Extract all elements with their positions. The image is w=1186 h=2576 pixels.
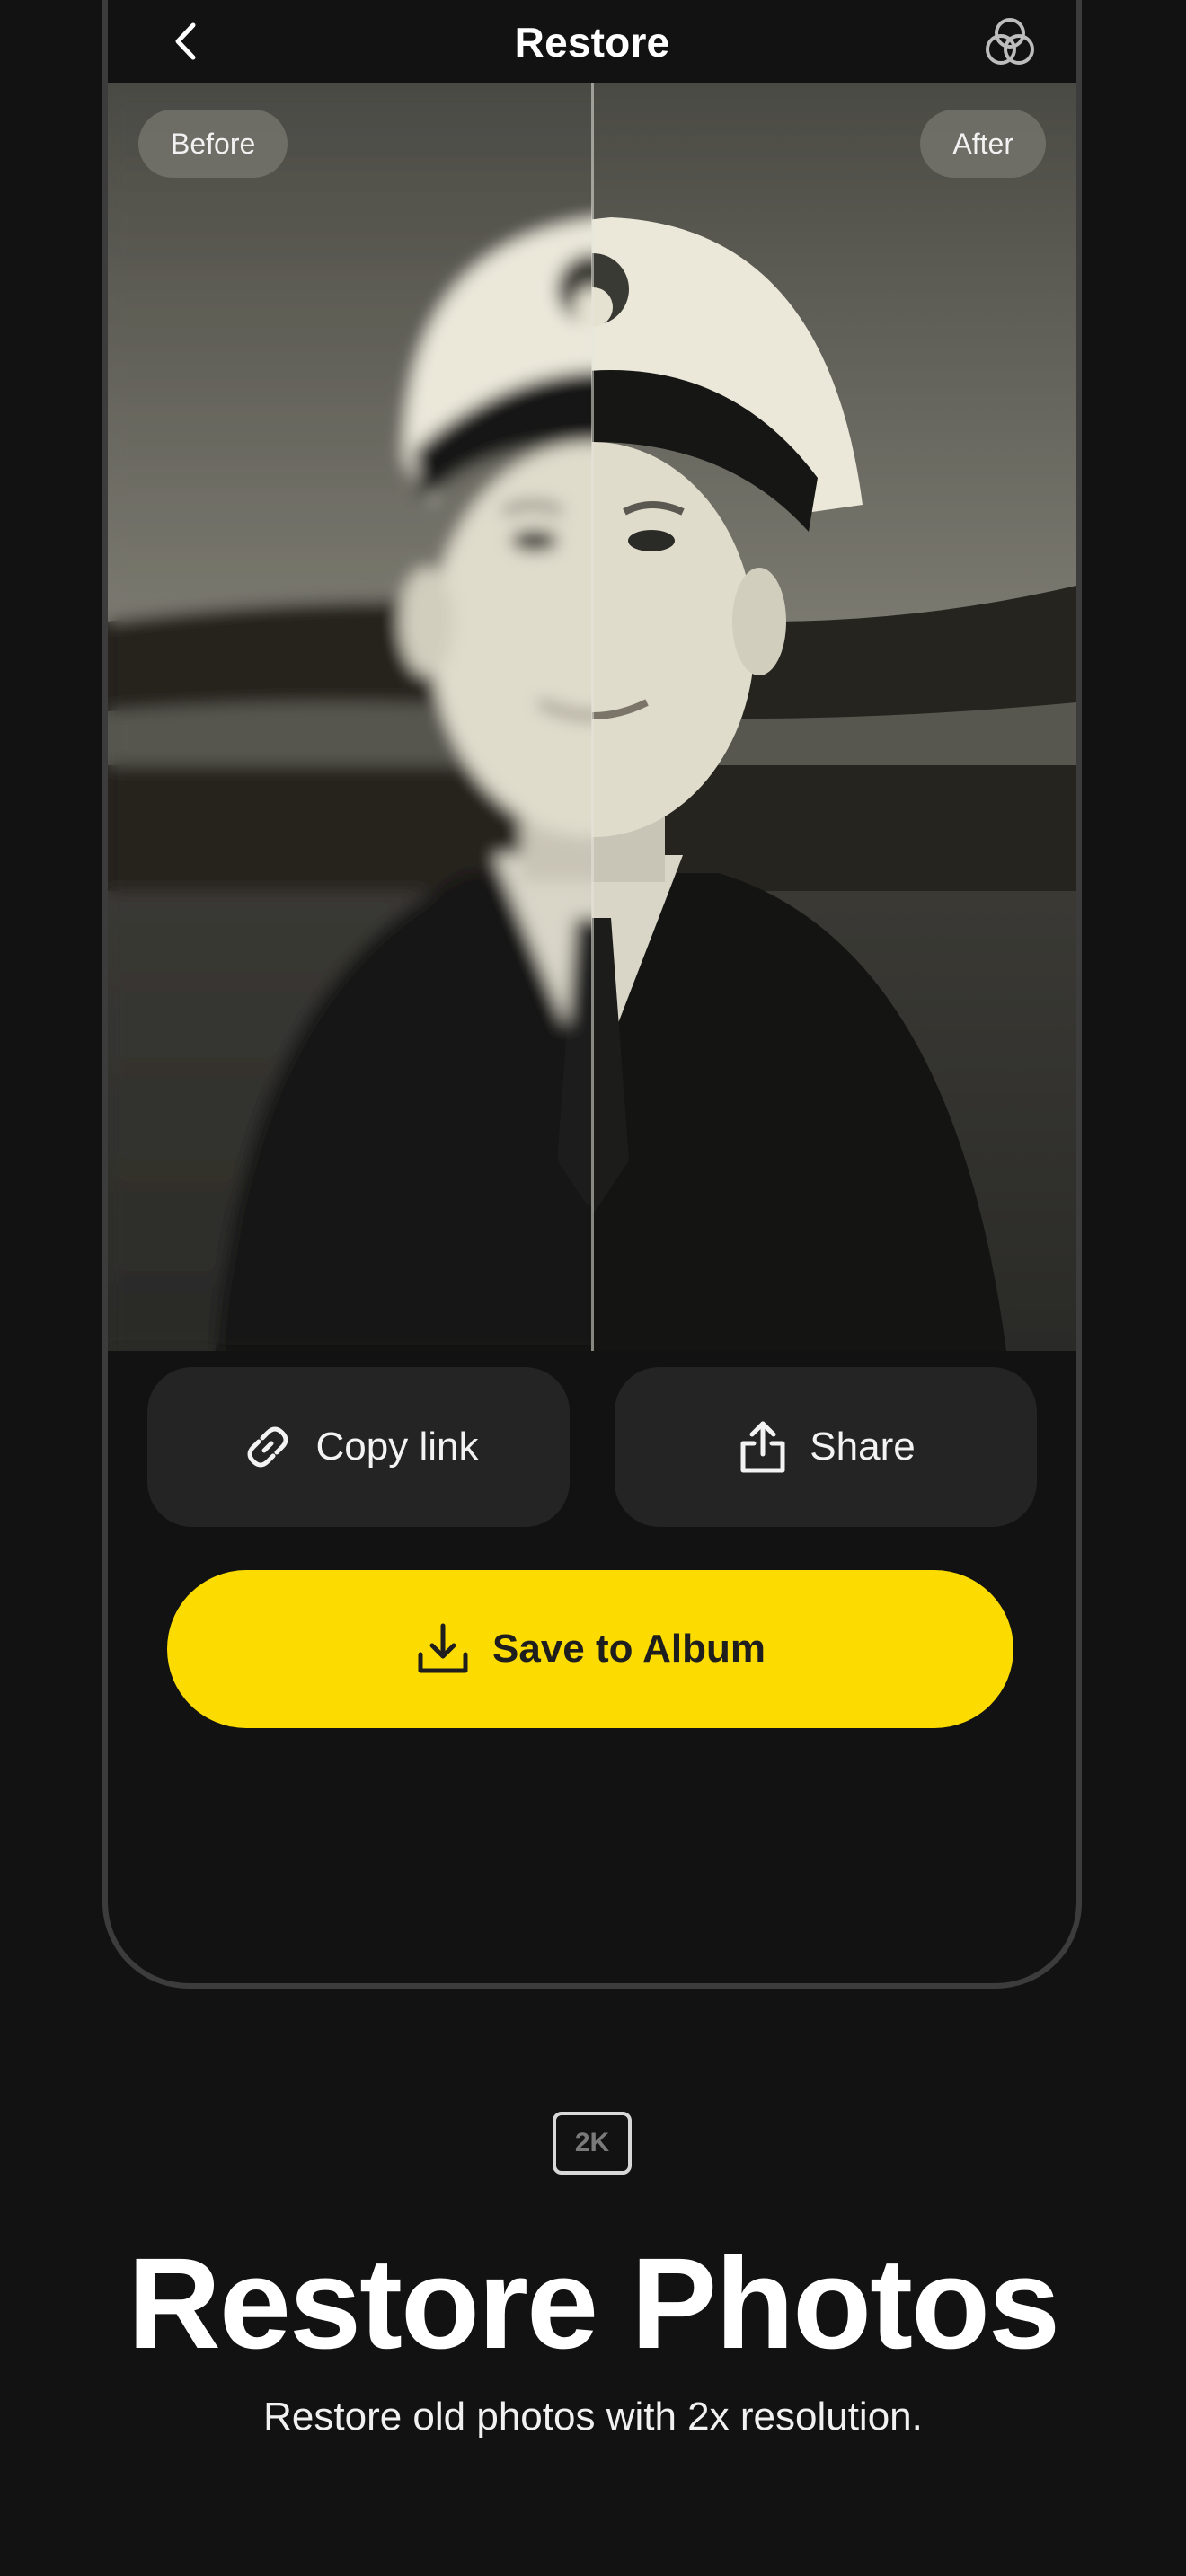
before-after-comparison[interactable]: Before After [108,83,1076,1351]
save-label: Save to Album [492,1627,766,1671]
overlapping-circles-icon [986,18,1034,65]
copy-link-label: Copy link [315,1425,479,1469]
filters-button[interactable] [979,13,1040,74]
page-title: Restore [514,19,670,66]
resolution-badge: 2K [553,2112,632,2175]
download-icon [418,1623,468,1673]
share-icon [740,1421,785,1473]
app-header: Restore [108,0,1076,83]
promo-headline: Restore Photos [127,2231,1060,2376]
promo-subline: Restore old photos with 2x resolution. [263,2395,923,2439]
link-icon [247,1426,288,1468]
share-button[interactable]: Share [615,1367,1037,1527]
share-label: Share [810,1425,916,1469]
after-label: After [920,110,1046,178]
comparison-divider[interactable] [591,83,594,1351]
save-to-album-button[interactable]: Save to Album [167,1570,1013,1728]
before-label: Before [138,110,288,178]
copy-link-button[interactable]: Copy link [147,1367,570,1527]
phone-frame: Restore Before After Copy link Share Sav… [102,0,1082,1989]
